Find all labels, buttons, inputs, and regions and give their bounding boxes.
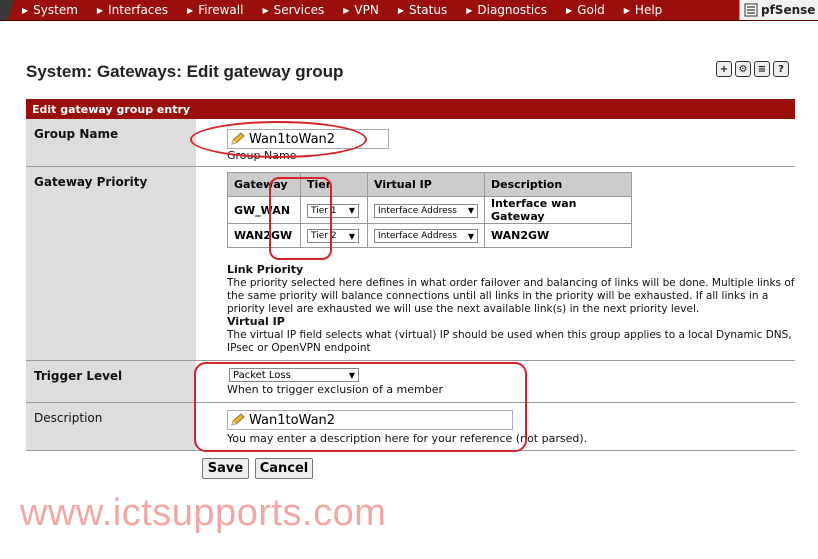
toolbar-icons: + ⚙ ≡ ? bbox=[716, 61, 792, 77]
log-list-icon[interactable]: ≡ bbox=[754, 61, 770, 77]
dropdown-arrow-icon: ▼ bbox=[348, 206, 355, 215]
menu-firewall[interactable]: ▶ Firewall bbox=[187, 3, 243, 17]
gateway-priority-row: Gateway Priority Gateway Tier Virtual IP… bbox=[26, 167, 795, 361]
menu-arrow-icon: ▶ bbox=[623, 5, 630, 15]
group-name-hint: Group Name bbox=[227, 149, 297, 162]
virtual-ip-help: Virtual IP The virtual IP field selects … bbox=[227, 315, 807, 355]
description-label: Description bbox=[26, 403, 196, 450]
col-description: Description bbox=[484, 172, 632, 197]
trigger-level-row: Trigger Level Packet Loss ▼ When to trig… bbox=[26, 361, 795, 403]
menu-arrow-icon: ▶ bbox=[466, 5, 473, 15]
menu-interfaces[interactable]: ▶ Interfaces bbox=[97, 3, 168, 17]
group-name-row: Group Name Wan1toWan2 Group Name bbox=[26, 119, 795, 167]
group-name-label: Group Name bbox=[26, 119, 196, 166]
pfsense-logo-icon bbox=[744, 3, 758, 17]
menu-gold[interactable]: ▶ Gold bbox=[566, 3, 605, 17]
add-widget-icon[interactable]: + bbox=[716, 61, 732, 77]
table-row: GW_WAN Tier 1 ▼ Interface Address ▼ Interf… bbox=[227, 196, 632, 224]
tier-select[interactable]: Tier 2 ▼ bbox=[307, 229, 359, 243]
gateway-priority-value: Gateway Tier Virtual IP Description GW_W… bbox=[196, 167, 795, 360]
vip-cell: Interface Address ▼ bbox=[367, 196, 485, 224]
dropdown-arrow-icon: ▼ bbox=[348, 231, 355, 241]
description-hint: You may enter a description here for you… bbox=[227, 432, 588, 445]
group-name-text: Wan1toWan2 bbox=[249, 131, 336, 147]
vip-select[interactable]: Interface Address ▼ bbox=[374, 203, 478, 218]
tier-select[interactable]: Tier 1 ▼ bbox=[307, 203, 359, 218]
menu-diagnostics[interactable]: ▶ Diagnostics bbox=[466, 3, 547, 17]
menu-arrow-icon: ▶ bbox=[187, 5, 194, 15]
vip-cell: Interface Address ▼ bbox=[367, 223, 485, 248]
brand-name: pfSense bbox=[761, 3, 816, 17]
gateway-cell: WAN2GW bbox=[227, 223, 301, 248]
col-virtual-ip: Virtual IP bbox=[367, 172, 485, 197]
menu-services[interactable]: ▶ Services bbox=[262, 3, 324, 17]
description-value: Wan1toWan2 You may enter a description h… bbox=[196, 403, 795, 450]
menu-arrow-icon: ▶ bbox=[343, 5, 350, 15]
top-nav-bar: ▶ System ▶ Interfaces ▶ Firewall ▶ Services … bbox=[0, 0, 818, 21]
group-name-value: Wan1toWan2 Group Name bbox=[196, 119, 795, 166]
description-cell: WAN2GW bbox=[484, 223, 632, 248]
nav-left-cap bbox=[0, 0, 14, 20]
link-priority-help: Link Priority The priority selected here… bbox=[227, 263, 807, 316]
description-cell: Interface wan Gateway bbox=[484, 196, 632, 224]
pencil-icon bbox=[231, 413, 245, 426]
menu-arrow-icon: ▶ bbox=[96, 5, 104, 15]
page-title: System: Gateways: Edit gateway group bbox=[26, 62, 344, 81]
link-priority-text: The priority selected here defines in wh… bbox=[227, 277, 795, 315]
virtual-ip-title: Virtual IP bbox=[227, 315, 285, 328]
menu-vpn[interactable]: ▶ VPN bbox=[343, 3, 379, 17]
tier-cell: Tier 2 ▼ bbox=[300, 223, 368, 248]
watermark: www.ictsupports.com bbox=[20, 492, 387, 534]
table-row: WAN2GW Tier 2 ▼ Interface Address ▼ WAN2GW bbox=[227, 223, 632, 248]
menu-status[interactable]: ▶ Status bbox=[398, 3, 447, 17]
gateway-cell: GW_WAN bbox=[227, 196, 301, 224]
dropdown-arrow-icon: ▼ bbox=[348, 370, 355, 380]
dropdown-arrow-icon: ▼ bbox=[467, 231, 474, 241]
menu-arrow-icon: ▶ bbox=[566, 5, 573, 15]
group-name-input[interactable]: Wan1toWan2 bbox=[227, 129, 389, 149]
gateway-table: Gateway Tier Virtual IP Description GW_W… bbox=[227, 172, 632, 248]
menu-arrow-icon: ▶ bbox=[22, 5, 29, 15]
menu-arrow-icon: ▶ bbox=[397, 5, 404, 15]
pencil-icon bbox=[231, 132, 245, 145]
save-button[interactable]: Save bbox=[202, 458, 249, 479]
col-gateway: Gateway bbox=[227, 172, 301, 197]
gateway-priority-label: Gateway Priority bbox=[26, 167, 196, 360]
trigger-level-select[interactable]: Packet Loss ▼ bbox=[229, 368, 359, 382]
cancel-button[interactable]: Cancel bbox=[255, 458, 313, 479]
menu-system[interactable]: ▶ System bbox=[22, 3, 78, 17]
tier-cell: Tier 1 ▼ bbox=[300, 196, 368, 224]
virtual-ip-text: The virtual IP field selects what (virtu… bbox=[227, 329, 792, 354]
vip-select[interactable]: Interface Address ▼ bbox=[374, 229, 478, 243]
trigger-level-value: Packet Loss ▼ When to trigger exclusion … bbox=[196, 361, 795, 402]
settings-gear-icon[interactable]: ⚙ bbox=[735, 61, 751, 77]
main-menu: ▶ System ▶ Interfaces ▶ Firewall ▶ Services … bbox=[22, 0, 681, 20]
link-priority-title: Link Priority bbox=[227, 263, 304, 276]
description-row: Description Wan1toWan2 You may enter a d… bbox=[26, 403, 795, 451]
description-input[interactable]: Wan1toWan2 bbox=[227, 410, 513, 430]
brand-logo[interactable]: pfSense bbox=[739, 0, 818, 20]
description-text: Wan1toWan2 bbox=[249, 412, 336, 428]
section-header: Edit gateway group entry bbox=[26, 99, 795, 119]
trigger-level-label: Trigger Level bbox=[26, 361, 196, 402]
dropdown-arrow-icon: ▼ bbox=[467, 206, 474, 215]
trigger-level-hint: When to trigger exclusion of a member bbox=[227, 383, 444, 396]
menu-help[interactable]: ▶ Help bbox=[624, 3, 663, 17]
col-tier: Tier bbox=[300, 172, 368, 197]
table-header-row: Gateway Tier Virtual IP Description bbox=[227, 172, 632, 197]
help-question-icon[interactable]: ? bbox=[773, 61, 789, 77]
menu-arrow-icon: ▶ bbox=[262, 5, 269, 15]
